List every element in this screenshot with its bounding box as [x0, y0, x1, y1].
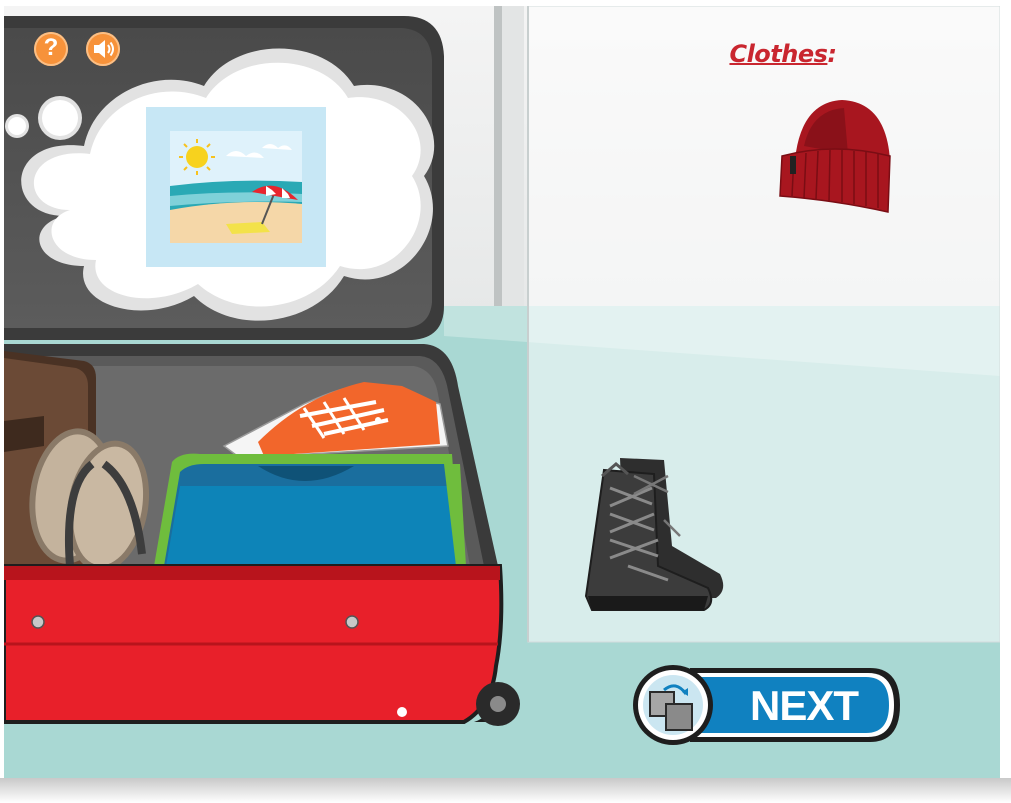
- sound-button[interactable]: [86, 32, 120, 66]
- next-button[interactable]: [630, 664, 902, 746]
- speaker-icon: [94, 40, 114, 58]
- sun-icon: [186, 146, 208, 168]
- clothes-title-text: Clothes: [729, 40, 828, 68]
- suitcase-red-shell: [4, 564, 520, 726]
- next-button-shape: [633, 665, 900, 745]
- clothes-title: Clothes:: [708, 40, 858, 68]
- clothes-title-colon: :: [827, 40, 837, 68]
- blue-t-shirt: [154, 453, 466, 566]
- frame-shadow: [0, 778, 1011, 803]
- beach-towel: [226, 222, 270, 234]
- question-mark-icon: ?: [43, 34, 59, 61]
- wall-post: [494, 6, 502, 306]
- help-button[interactable]: ?: [34, 32, 68, 66]
- game-stage: Clothes: ? NEXT: [4, 6, 1000, 778]
- clothes-panel: Clothes:: [528, 6, 1000, 642]
- beach-photo: [146, 107, 326, 267]
- wall-post-shade: [502, 6, 524, 306]
